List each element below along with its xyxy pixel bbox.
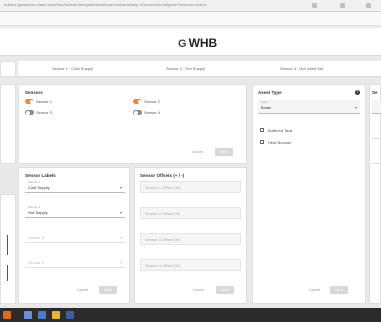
left-panel-fragment [0, 84, 16, 164]
field-value: Cold Supply [28, 185, 50, 190]
field-label: Sensor 1 [28, 180, 41, 184]
input-placeholder: Sensor 4 Offset (%) [145, 263, 181, 268]
sensor-2-label-select[interactable]: Sensor 2 Hot Supply ▾ [25, 205, 125, 218]
step-1[interactable]: Sensor 1 : Cold Supply [52, 66, 93, 71]
labels-cancel-button[interactable]: Cancel [77, 288, 88, 292]
sensor-1-toggle[interactable] [25, 99, 34, 104]
chevron-down-icon: ▾ [354, 105, 357, 110]
app-icon[interactable] [66, 311, 74, 319]
help-circle-icon[interactable]: ? [355, 90, 360, 95]
start-icon[interactable] [3, 311, 11, 319]
sensor-1-offset-input[interactable]: Sensor 1 Offset (%) [140, 181, 241, 193]
sensors-next-button[interactable]: Next [215, 148, 233, 156]
windows-icon[interactable] [24, 311, 32, 319]
extension-icon[interactable] [340, 3, 345, 8]
field-label: Sensor 2 [28, 205, 41, 209]
right-panel-field[interactable] [372, 125, 381, 139]
asset-type-select-value: Boiler [261, 105, 272, 110]
menu-icon[interactable] [366, 3, 371, 8]
input-placeholder: Sensor 3 Offset (%) [145, 237, 181, 242]
asset-cancel-button[interactable]: Cancel [309, 288, 320, 292]
asset-type-select[interactable]: Type Boiler ▾ [258, 100, 360, 114]
buffered-tank-label: Buffered Tank [268, 128, 293, 133]
field-value: Hot Supply [28, 210, 48, 215]
wizard-steps: Sensor 1 : Cold Supply Sensor 2 : Hot Su… [18, 61, 381, 77]
logo-mark-icon: G [178, 38, 187, 50]
sensor-3-label: Sensor 3 [36, 110, 53, 115]
input-placeholder: Sensor 2 Offset (%) [145, 211, 181, 216]
sensors-title: Sensors [25, 90, 43, 95]
sensor-2-offset-input[interactable]: Sensor 2 Offset (%) [140, 207, 241, 219]
heat-booster-checkbox[interactable] [260, 140, 264, 144]
sensor-3-label-select[interactable]: Sensor 3 ▾ [25, 230, 125, 243]
sensor-4-label: Sensor 4 [144, 110, 161, 115]
sensor-offsets-card: Sensor Offsets (+ / -) Sensor 1 Offset (… [134, 167, 247, 304]
chevron-down-icon: ▾ [119, 210, 122, 215]
taskbar [0, 308, 381, 322]
step-2[interactable]: Sensor 2 : Hot Supply [166, 66, 205, 71]
extension-icon[interactable] [312, 3, 317, 8]
left-panel-fragment [0, 61, 16, 77]
chevron-down-icon: ▾ [119, 235, 122, 240]
sensors-cancel-button[interactable]: Cancel [192, 150, 203, 154]
sensor-2-label: Sensor 2 [144, 99, 161, 104]
asset-next-button[interactable]: Next [330, 286, 348, 294]
sensors-card: Sensors Sensor 1 Sensor 2 Sensor 3 Senso… [18, 84, 247, 164]
offsets-cancel-button[interactable]: Cancel [193, 288, 204, 292]
url-text[interactable]: editors.gamebus-stack.com/hub/builder/te… [4, 2, 304, 7]
offsets-next-button[interactable]: Next [216, 286, 234, 294]
sensor-3-toggle[interactable] [25, 110, 34, 115]
asset-type-title: Asset Type [258, 90, 282, 95]
logo-text: WHB [188, 36, 218, 50]
right-panel-title: Se [372, 90, 378, 95]
sensor-3-offset-input[interactable]: Sensor 3 Offset (%) [140, 233, 241, 245]
chevron-down-icon: ▾ [119, 260, 122, 265]
right-panel-field[interactable] [372, 100, 381, 114]
asset-type-card: Asset Type ? Type Boiler ▾ Buffered Tank… [252, 84, 366, 304]
sensor-4-label-select[interactable]: Sensor 4 ▾ [25, 255, 125, 268]
sensor-labels-card: Sensor Labels Sensor 1 Cold Supply ▾ Sen… [18, 167, 130, 304]
sensor-labels-title: Sensor Labels [25, 173, 56, 178]
browser-icon[interactable] [38, 311, 46, 319]
sensor-1-label-select[interactable]: Sensor 1 Cold Supply ▾ [25, 180, 125, 193]
step-3[interactable]: Sensor 3 : Not Used Set [280, 66, 323, 71]
right-panel-field[interactable] [372, 150, 381, 164]
chevron-down-icon: ▾ [119, 185, 122, 190]
app-logo[interactable]: G WHB [178, 36, 217, 50]
heat-booster-label: Heat Booster [268, 140, 292, 145]
field-value: Sensor 4 [28, 260, 45, 265]
right-panel-fragment: Se [369, 84, 381, 304]
sensor-4-toggle[interactable] [133, 110, 142, 115]
input-placeholder: Sensor 1 Offset (%) [145, 185, 181, 190]
left-panel-fragment [0, 194, 16, 304]
browser-toolbar [0, 12, 381, 26]
folder-icon[interactable] [52, 311, 60, 319]
browser-address-bar[interactable]: editors.gamebus-stack.com/hub/builder/te… [0, 0, 381, 12]
sensor-2-toggle[interactable] [133, 99, 142, 104]
buffered-tank-checkbox[interactable] [260, 128, 264, 132]
asset-type-select-label: Type [261, 100, 268, 104]
sensor-4-offset-input[interactable]: Sensor 4 Offset (%) [140, 259, 241, 271]
field-value: Sensor 3 [28, 235, 45, 240]
sensor-1-label: Sensor 1 [36, 99, 53, 104]
sensor-offsets-title: Sensor Offsets (+ / -) [140, 173, 185, 178]
labels-next-button[interactable]: Next [99, 286, 117, 294]
